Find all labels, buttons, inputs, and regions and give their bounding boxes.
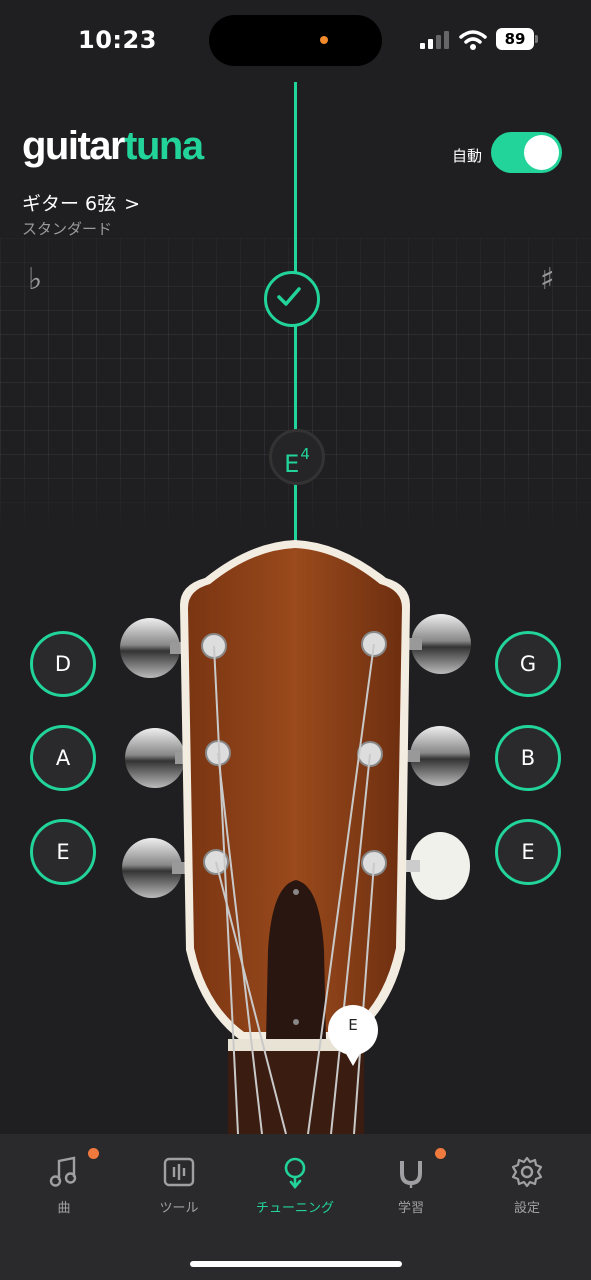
instrument-selector[interactable]: ギター 6弦 > <box>22 189 140 216</box>
notification-badge <box>88 1148 99 1159</box>
recording-dot-icon <box>320 36 328 44</box>
battery-indicator: 89 <box>496 28 534 50</box>
tab-songs[interactable]: 曲 <box>14 1148 114 1216</box>
learn-magnet-icon <box>400 1161 422 1188</box>
tuning-name: スタンダード <box>22 220 113 238</box>
tab-learn[interactable]: 学習 <box>361 1148 461 1216</box>
string-button-high-e[interactable]: E <box>495 819 561 885</box>
string-button-d[interactable]: D <box>30 631 96 697</box>
status-time: 10:23 <box>78 26 157 54</box>
tuning-fork-icon <box>284 1157 306 1190</box>
home-indicator[interactable] <box>190 1261 402 1267</box>
battery-tip <box>535 35 538 43</box>
detected-note: E4 <box>269 429 325 485</box>
string-button-low-e[interactable]: E <box>30 819 96 885</box>
in-tune-check-icon <box>264 271 320 327</box>
string-button-a[interactable]: A <box>30 725 96 791</box>
tab-tools[interactable]: ツール <box>129 1155 229 1216</box>
headstock-note-marker: E <box>348 1016 358 1034</box>
toggle-knob <box>524 135 559 170</box>
string-button-g[interactable]: G <box>495 631 561 697</box>
chevron-right-icon: > <box>124 193 141 215</box>
notification-badge <box>435 1148 446 1159</box>
auto-mode-label: 自動 <box>452 147 483 165</box>
gear-icon <box>511 1156 543 1188</box>
tools-icon <box>163 1157 195 1187</box>
dynamic-island <box>209 15 382 66</box>
string-button-b[interactable]: B <box>495 725 561 791</box>
music-note-icon <box>49 1156 77 1187</box>
instrument-name: ギター 6弦 <box>22 193 117 215</box>
flat-icon: ♭ <box>28 262 43 297</box>
auto-mode-toggle[interactable] <box>491 132 562 173</box>
tab-tuning[interactable]: チューニング <box>245 1155 345 1216</box>
wifi-icon <box>459 30 487 50</box>
tab-settings[interactable]: 設定 <box>477 1155 577 1216</box>
app-logo: guitartuna <box>22 124 204 168</box>
sharp-icon: ♯ <box>540 262 555 297</box>
cellular-signal-icon <box>420 31 449 49</box>
